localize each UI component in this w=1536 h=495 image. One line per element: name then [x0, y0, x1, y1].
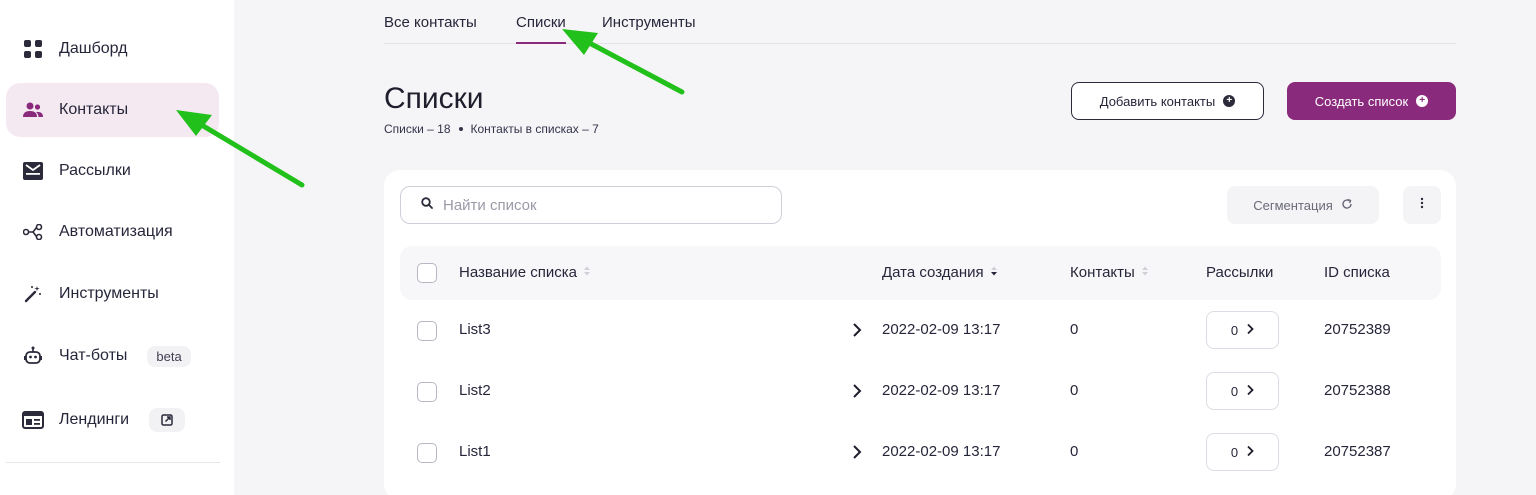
sort-icon — [1141, 264, 1149, 281]
contacts-count: 0 — [1070, 321, 1079, 338]
plus-circle-icon: + — [1416, 95, 1429, 107]
sort-icon — [583, 264, 591, 281]
mailings-button[interactable]: 0 — [1206, 311, 1279, 349]
list-id: 20752389 — [1324, 321, 1391, 338]
sort-desc-icon — [990, 264, 998, 281]
contacts-count: Контакты в списках – 7 — [470, 122, 599, 136]
sidebar-item-contacts[interactable]: Контакты — [6, 83, 219, 137]
tab-bar: Все контакты Списки Инструменты — [384, 0, 1456, 44]
sidebar-item-label: Инструменты — [59, 285, 159, 302]
column-header-label: Название списка — [459, 264, 577, 281]
sidebar-item-label: Контакты — [59, 101, 129, 118]
separator-dot — [458, 127, 463, 131]
row-checkbox[interactable] — [417, 382, 437, 402]
table-row[interactable]: List1 2022-02-09 13:17 0 0 20752387 — [400, 422, 1441, 483]
list-id: 20752388 — [1324, 382, 1391, 399]
column-header-name[interactable]: Название списка — [459, 264, 591, 281]
create-list-label: Создать список — [1314, 93, 1409, 109]
sidebar-item-label: Дашборд — [59, 40, 128, 57]
list-name[interactable]: List3 — [459, 321, 491, 338]
column-header-created[interactable]: Дата создания — [882, 264, 998, 281]
more-options-button[interactable] — [1403, 186, 1441, 224]
contacts-count: 0 — [1070, 382, 1079, 399]
sidebar-divider — [6, 462, 220, 463]
list-id: 20752387 — [1324, 443, 1391, 460]
column-header-id: ID списка — [1324, 264, 1390, 281]
column-header-label: Контакты — [1070, 264, 1135, 281]
sidebar-item-label: Рассылки — [59, 162, 131, 179]
column-header-mailings: Рассылки — [1206, 264, 1274, 281]
mailings-count: 0 — [1230, 444, 1239, 460]
row-checkbox[interactable] — [417, 443, 437, 463]
table-row[interactable]: List3 2022-02-09 13:17 0 0 20752389 — [400, 300, 1441, 361]
column-header-contacts[interactable]: Контакты — [1070, 264, 1149, 281]
contacts-count: 0 — [1070, 443, 1079, 460]
column-header-label: Дата создания — [882, 264, 984, 281]
add-contacts-label: Добавить контакты — [1099, 93, 1216, 109]
sidebar: Дашборд Контакты Рассылки Автоматизация … — [0, 0, 234, 495]
sidebar-item-label: Лендинги — [59, 411, 130, 428]
sidebar-item-automation[interactable]: Автоматизация — [6, 205, 219, 259]
sidebar-item-landings[interactable]: Лендинги — [6, 393, 219, 447]
mailings-button[interactable]: 0 — [1206, 372, 1279, 410]
list-name[interactable]: List1 — [459, 443, 491, 460]
landing-page-icon — [22, 409, 44, 431]
tab-all-contacts[interactable]: Все контакты — [384, 14, 477, 31]
created-date: 2022-02-09 13:17 — [882, 443, 1001, 460]
chevron-right-icon[interactable] — [850, 319, 864, 341]
list-name[interactable]: List2 — [459, 382, 491, 399]
kebab-menu-icon — [1420, 196, 1424, 214]
magic-wand-icon — [22, 283, 44, 305]
flow-nodes-icon — [22, 221, 44, 243]
add-contacts-button[interactable]: Добавить контакты + — [1071, 82, 1264, 120]
sidebar-item-mailings[interactable]: Рассылки — [6, 144, 219, 198]
chevron-right-icon — [1246, 323, 1254, 338]
mailings-button[interactable]: 0 — [1206, 433, 1279, 471]
tab-tools[interactable]: Инструменты — [602, 14, 696, 31]
sidebar-item-label: Чат-боты — [59, 347, 128, 364]
page-title: Списки — [384, 82, 484, 115]
sidebar-item-dashboard[interactable]: Дашборд — [6, 22, 219, 76]
chevron-right-icon — [1246, 384, 1254, 399]
segmentation-button[interactable]: Сегментация — [1227, 186, 1379, 224]
refresh-icon — [1341, 198, 1353, 213]
segmentation-label: Сегментация — [1253, 197, 1333, 213]
tab-lists[interactable]: Списки — [516, 14, 566, 44]
select-all-checkbox[interactable] — [417, 263, 437, 283]
search-icon — [421, 196, 433, 214]
table-row[interactable]: List2 2022-02-09 13:17 0 0 20752388 — [400, 361, 1441, 422]
created-date: 2022-02-09 13:17 — [882, 321, 1001, 338]
lists-count: Списки – 18 — [384, 122, 451, 136]
robot-icon — [22, 345, 44, 367]
search-box[interactable] — [400, 186, 782, 224]
row-checkbox[interactable] — [417, 321, 437, 341]
chevron-right-icon[interactable] — [850, 380, 864, 402]
beta-badge: beta — [147, 345, 191, 367]
create-list-button[interactable]: Создать список + — [1287, 82, 1456, 120]
plus-circle-icon: + — [1223, 95, 1236, 107]
created-date: 2022-02-09 13:17 — [882, 382, 1001, 399]
users-icon — [22, 99, 44, 121]
mailings-count: 0 — [1230, 383, 1239, 399]
table-header: Название списка Дата создания Контакты Р… — [400, 246, 1441, 300]
mail-inbox-icon — [22, 160, 44, 182]
sidebar-item-chatbots[interactable]: Чат-боты beta — [6, 329, 219, 383]
chevron-right-icon — [1246, 445, 1254, 460]
chevron-right-icon[interactable] — [850, 441, 864, 463]
dashboard-grid-icon — [22, 38, 44, 60]
external-link-icon[interactable] — [149, 408, 186, 432]
page-stats: Списки – 18 Контакты в списках – 7 — [384, 122, 599, 136]
sidebar-item-label: Автоматизация — [59, 223, 173, 240]
search-input[interactable] — [443, 196, 763, 214]
mailings-count: 0 — [1230, 322, 1239, 338]
sidebar-item-tools[interactable]: Инструменты — [6, 267, 219, 321]
lists-card: Сегментация Название списка Дата создани… — [384, 170, 1456, 495]
